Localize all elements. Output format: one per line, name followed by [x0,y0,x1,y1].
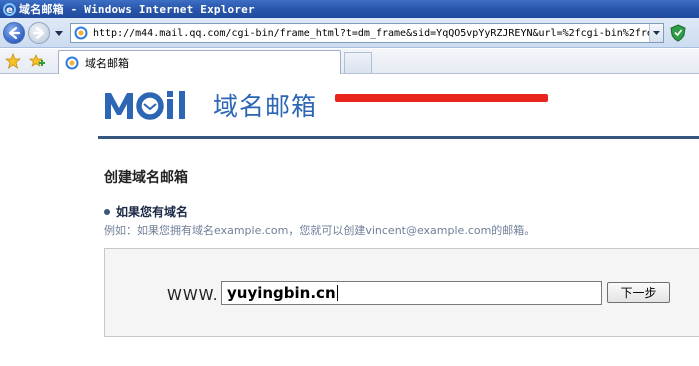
bullet-icon [104,208,110,215]
header-divider [98,136,699,139]
add-favorites-icon[interactable] [29,53,45,69]
domain-input[interactable]: yuyingbin.cn [221,281,602,305]
window-title: 域名邮箱 - Windows Internet Explorer [19,3,255,16]
recent-pages-dropdown[interactable] [53,28,65,38]
domain-form-panel: WWW. yuyingbin.cn 下一步 [104,248,699,337]
back-button[interactable] [3,22,25,44]
svg-text:e: e [6,5,13,16]
tab-bar: 域名邮箱 [0,49,699,74]
mail-logo[interactable]: 域名邮箱 [103,88,317,122]
new-tab-button[interactable] [344,52,372,73]
chevron-down-icon [653,31,660,35]
page-title: 创建域名邮箱 [104,170,188,186]
security-status-button[interactable] [669,24,687,42]
ie-icon: e [3,2,16,16]
mail-logo-mark [105,91,185,120]
tab-label: 域名邮箱 [85,57,129,70]
domain-input-value: yuyingbin.cn [227,284,336,302]
favorites-star-icon[interactable] [5,53,21,69]
section-hint: 例如：如果您拥有域名example.com，您就可以创建vincent@exam… [104,224,536,237]
redaction-mark [335,94,548,102]
product-name: 域名邮箱 [213,92,318,121]
address-url[interactable]: http://m44.mail.qq.com/cgi-bin/frame_htm… [93,28,649,39]
shield-icon [670,24,686,42]
page-icon [73,25,89,41]
forward-arrow-icon [32,26,45,40]
chevron-down-icon [55,30,63,36]
section-heading: 如果您有域名 [104,203,188,220]
page-content: 域名邮箱 创建域名邮箱 如果您有域名 例如：如果您拥有域名example.com… [0,75,699,366]
back-arrow-icon [8,26,21,40]
navigation-toolbar: http://m44.mail.qq.com/cgi-bin/frame_htm… [0,18,699,48]
address-dropdown-button[interactable] [649,24,663,42]
next-step-button[interactable]: 下一步 [607,282,670,303]
tab-active[interactable]: 域名邮箱 [58,50,341,74]
www-prefix-label: WWW. [167,286,219,304]
forward-button[interactable] [28,22,50,44]
address-bar[interactable]: http://m44.mail.qq.com/cgi-bin/frame_htm… [70,23,664,43]
text-caret [336,285,338,301]
title-bar[interactable]: e 域名邮箱 - Windows Internet Explorer [0,0,699,18]
page-icon [64,55,80,71]
section-heading-text: 如果您有域名 [116,205,189,219]
